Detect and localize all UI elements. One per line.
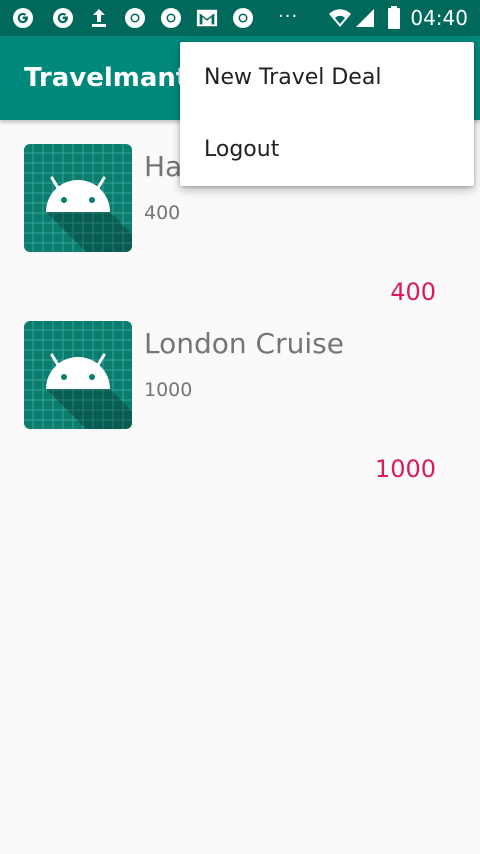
android-icon (24, 321, 132, 429)
menu-item-new-travel-deal[interactable]: New Travel Deal (180, 42, 474, 114)
overflow-menu: New Travel Deal Logout (180, 42, 474, 186)
deal-price: 1000 (374, 455, 436, 483)
status-bar: ··· 04:40 (0, 0, 480, 36)
upload-icon (88, 7, 110, 29)
signal-icon (354, 7, 376, 29)
wifi-icon (328, 7, 352, 29)
chrome-icon (160, 7, 182, 29)
deal-description: 400 (144, 202, 181, 224)
deal-title: London Cruise (144, 327, 344, 360)
gmail-icon (196, 7, 218, 29)
android-icon (24, 144, 132, 252)
list-item[interactable]: London Cruise 1000 1000 (0, 297, 480, 483)
clock: 04:40 (410, 6, 468, 30)
deal-description: 1000 (144, 379, 193, 401)
google-icon (12, 7, 34, 29)
more-notifications-icon: ··· (278, 6, 299, 27)
chrome-icon (124, 7, 146, 29)
google-icon (52, 7, 74, 29)
battery-icon (386, 6, 402, 29)
chrome-icon (232, 7, 254, 29)
menu-item-logout[interactable]: Logout (180, 114, 474, 186)
